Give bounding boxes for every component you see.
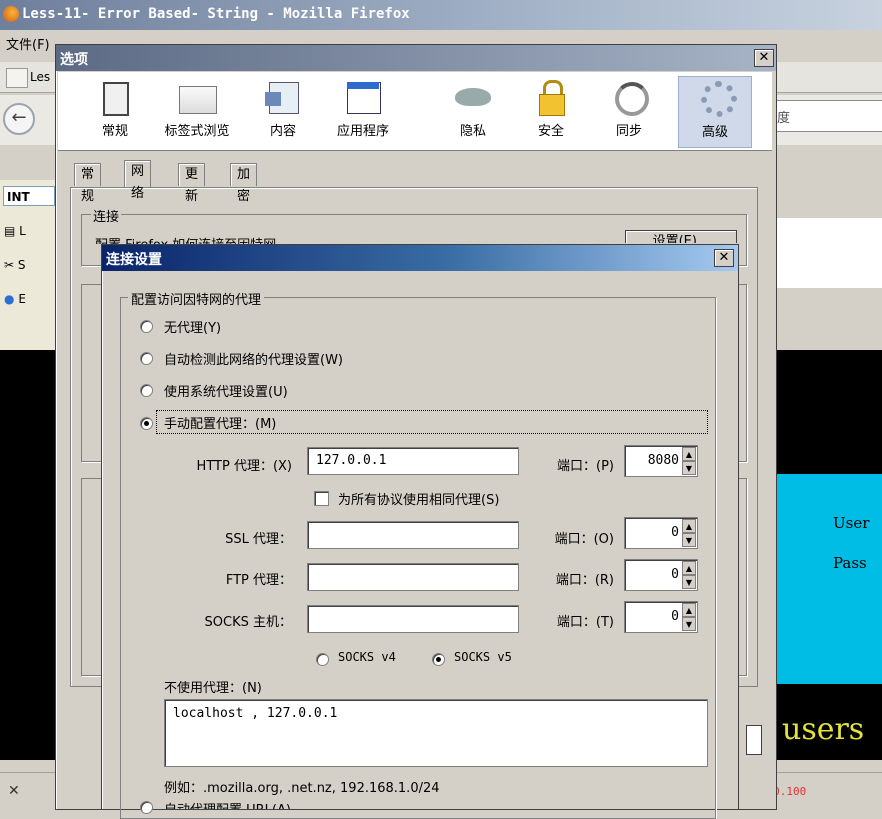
spin-down-icon[interactable]: ▼ [682, 461, 696, 475]
radio-no-proxy-label: 无代理(Y) [164, 321, 222, 336]
toolbar-advanced[interactable]: 高级 [678, 76, 752, 148]
spin-up-icon[interactable]: ▲ [682, 561, 696, 575]
toolbar-privacy[interactable]: 隐私 [436, 76, 510, 148]
page-users-text: users [782, 712, 865, 747]
content-icon [263, 78, 303, 116]
spin-up-icon[interactable]: ▲ [682, 447, 696, 461]
tab-network[interactable]: 网络 [124, 160, 152, 201]
tab-update[interactable]: 更新 [178, 163, 206, 204]
radio-system-proxy[interactable] [140, 384, 153, 397]
tab-general[interactable]: 常规 [74, 163, 102, 204]
no-proxy-textarea[interactable]: localhost , 127.0.0.1 [164, 699, 708, 767]
socks-host-label: SOCKS 主机： [204, 615, 292, 630]
proxy-group-label: 配置访问因特网的代理 [128, 289, 265, 308]
security-lock-icon [531, 78, 571, 116]
socks-port-label: 端口：(T) [556, 615, 614, 630]
toolbar-content[interactable]: 内容 [246, 76, 320, 148]
password-label: Pass [833, 554, 867, 572]
spin-down-icon[interactable]: ▼ [682, 533, 696, 547]
sync-icon [609, 78, 649, 116]
example-text: 例如：.mozilla.org, .net.nz, 192.168.1.0/24 [164, 781, 440, 796]
options-close-button[interactable]: ✕ [754, 49, 774, 67]
radio-manual-proxy-label: 手动配置代理：(M) [164, 417, 277, 432]
radio-auto-detect[interactable] [140, 352, 153, 365]
radio-no-proxy[interactable] [140, 320, 153, 333]
settings-button[interactable]: 设置(E)... [625, 230, 737, 243]
connection-titlebar: 连接设置 ✕ [102, 245, 738, 271]
close-icon[interactable]: ✕ [8, 783, 20, 799]
ftp-proxy-label: FTP 代理： [225, 573, 292, 588]
ftp-port-stepper[interactable]: 0 ▲ ▼ [624, 559, 698, 591]
tabs-icon [177, 78, 217, 116]
tab-encryption[interactable]: 加密 [230, 163, 258, 204]
login-box: User Pass [775, 474, 882, 684]
hackbar-select[interactable]: INT [3, 186, 55, 206]
radio-system-proxy-label: 使用系统代理设置(U) [164, 385, 288, 400]
http-proxy-input[interactable]: 127.0.0.1 [307, 447, 519, 475]
side-row[interactable]: ● E [4, 292, 26, 306]
privacy-mask-icon [453, 78, 493, 116]
radio-socks-v5[interactable] [432, 653, 445, 666]
connection-group-label: 连接 [91, 206, 122, 225]
ssl-port-stepper[interactable]: 0 ▲ ▼ [624, 517, 698, 549]
toolbar-security[interactable]: 安全 [514, 76, 588, 148]
firefox-window-title: Less-11- Error Based- String - Mozilla F… [22, 6, 410, 22]
no-proxy-label: 不使用代理：(N) [164, 681, 262, 696]
connection-settings-dialog: 连接设置 ✕ 配置访问因特网的代理 无代理(Y) 自动检测此网络的代理设置(W)… [101, 244, 739, 819]
radio-socks-v4[interactable] [316, 653, 329, 666]
ssl-proxy-input[interactable] [307, 521, 519, 549]
toolbar-general[interactable]: 常规 [78, 76, 152, 148]
page-white-area [775, 218, 882, 288]
browser-tab[interactable]: Les [30, 70, 50, 84]
toolbar-sync[interactable]: 同步 [592, 76, 666, 148]
radio-manual-proxy[interactable] [140, 417, 153, 430]
radio-socks-v4-label: SOCKS v4 [338, 650, 396, 664]
same-proxy-checkbox[interactable] [314, 491, 329, 506]
side-row[interactable]: ▤ L [4, 224, 26, 238]
toolbar-tabs[interactable]: 标签式浏览 [156, 76, 238, 148]
connection-title: 连接设置 [106, 252, 162, 268]
advanced-gear-icon [695, 79, 737, 117]
firefox-logo-icon [3, 6, 19, 22]
http-port-label: 端口：(P) [557, 459, 614, 474]
firefox-titlebar: Less-11- Error Based- String - Mozilla F… [0, 0, 882, 30]
same-proxy-label: 为所有协议使用相同代理(S) [338, 493, 500, 508]
options-button-edge[interactable] [746, 725, 762, 755]
applications-icon [343, 78, 383, 116]
menu-file[interactable]: 文件(F) [6, 34, 50, 53]
radio-socks-v5-label: SOCKS v5 [454, 650, 512, 664]
spin-up-icon[interactable]: ▲ [682, 603, 696, 617]
ftp-proxy-input[interactable] [307, 563, 519, 591]
spin-down-icon[interactable]: ▼ [682, 575, 696, 589]
spin-down-icon[interactable]: ▼ [682, 617, 696, 631]
socks-host-input[interactable] [307, 605, 519, 633]
ssl-proxy-label: SSL 代理： [225, 532, 292, 547]
options-title: 选项 [60, 52, 88, 68]
search-input[interactable]: 度 [770, 100, 882, 132]
connection-close-button[interactable]: ✕ [714, 249, 734, 267]
ftp-port-label: 端口：(R) [555, 573, 614, 588]
ssl-port-label: 端口：(O) [554, 532, 614, 547]
options-titlebar: 选项 ✕ [56, 45, 776, 71]
http-port-stepper[interactable]: 8080 ▲ ▼ [624, 445, 698, 477]
general-icon [95, 78, 135, 116]
hackbar-side: ▤ L ✂ S ● E [0, 214, 60, 350]
options-toolbar: 常规 标签式浏览 内容 应用程序 隐私 安全 同步 高级 [58, 72, 772, 151]
connection-description: 配置 Firefox 如何连接至因特网 [95, 234, 276, 244]
side-row[interactable]: ✂ S [4, 258, 26, 272]
spin-up-icon[interactable]: ▲ [682, 519, 696, 533]
socks-port-stepper[interactable]: 0 ▲ ▼ [624, 601, 698, 633]
radio-auto-detect-label: 自动检测此网络的代理设置(W) [164, 353, 343, 368]
tab-favicon-icon [6, 68, 28, 88]
back-arrow-icon[interactable]: ← [3, 103, 35, 135]
toolbar-applications[interactable]: 应用程序 [322, 76, 404, 148]
username-label: User [833, 514, 870, 532]
http-proxy-label: HTTP 代理：(X) [196, 459, 292, 474]
